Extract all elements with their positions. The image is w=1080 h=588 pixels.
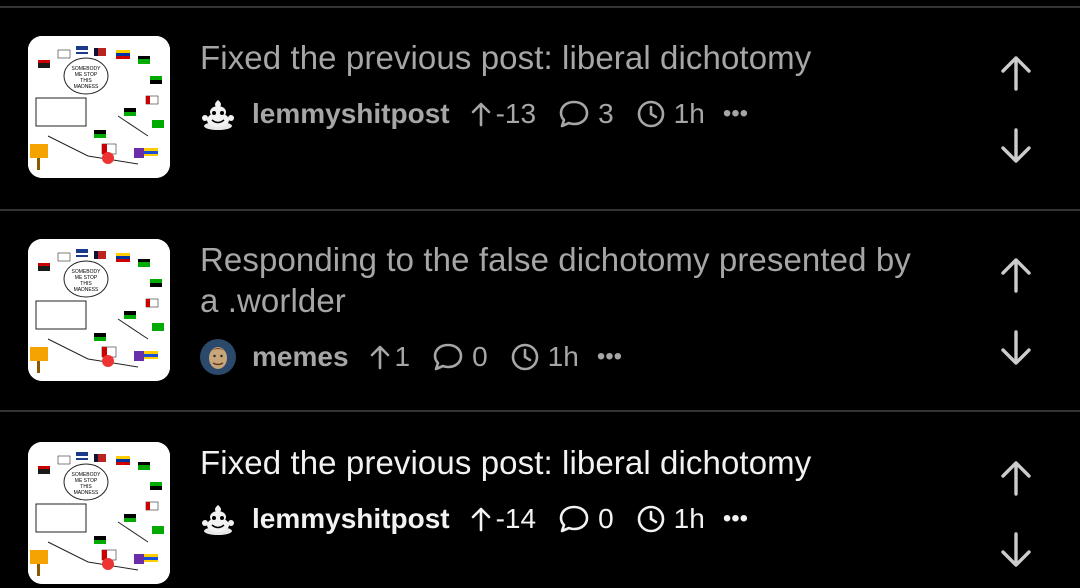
thumbnail-image: SOMEBODY ME STOP THIS MADNESS	[28, 442, 170, 584]
arrow-down-icon	[1001, 128, 1031, 163]
more-options-icon[interactable]: •••	[597, 343, 622, 371]
comment-icon	[558, 99, 590, 129]
thumbnail-caption: MADNESS	[74, 84, 99, 90]
comment-count: 0	[472, 341, 488, 372]
arrow-down-icon	[1001, 330, 1031, 365]
poop-mascot-icon[interactable]	[200, 501, 236, 537]
more-options-icon[interactable]: •••	[723, 100, 748, 128]
community-name[interactable]: memes	[252, 341, 349, 373]
thumbnail-image: SOMEBODY ME STOP THIS MADNESS	[28, 239, 170, 381]
post-thumbnail[interactable]: SOMEBODY ME STOP THIS MADNESS	[28, 239, 170, 381]
clock-icon	[636, 99, 666, 129]
arrow-up-icon	[1001, 461, 1031, 496]
upvote-small-icon	[470, 506, 492, 532]
score: 1	[394, 341, 411, 372]
comment-icon	[558, 504, 590, 534]
downvote-button[interactable]	[994, 326, 1038, 370]
upvote-button[interactable]	[994, 51, 1038, 95]
post-age: 1h	[673, 98, 705, 129]
post-meta: lemmyshitpost -14 0 1h •••	[200, 499, 748, 539]
comment-count: 0	[598, 503, 614, 534]
post-thumbnail[interactable]: SOMEBODY ME STOP THIS MADNESS	[28, 442, 170, 584]
divider	[0, 410, 1080, 412]
meme-face-icon[interactable]	[200, 339, 236, 375]
post-age: 1h	[673, 503, 705, 534]
post-title[interactable]: Fixed the previous post: liberal dichoto…	[200, 442, 930, 483]
upvote-small-icon	[369, 344, 391, 370]
score: -13	[495, 98, 537, 129]
upvote-button[interactable]	[994, 253, 1038, 297]
thumbnail-image: SOMEBODY ME STOP THIS MADNESS	[28, 36, 170, 178]
downvote-button[interactable]	[994, 528, 1038, 572]
thumbnail-caption: MADNESS	[74, 490, 99, 496]
upvote-button[interactable]	[994, 456, 1038, 500]
thumbnail-caption: MADNESS	[74, 287, 99, 293]
comment-icon	[432, 342, 464, 372]
post-feed: SOMEBODY ME STOP THIS MADNESS Fixed the …	[0, 0, 1080, 588]
post-title[interactable]: Responding to the false dichotomy presen…	[200, 239, 930, 321]
downvote-button[interactable]	[994, 124, 1038, 168]
arrow-up-icon	[1001, 258, 1031, 293]
clock-icon	[636, 504, 666, 534]
divider	[0, 209, 1080, 211]
divider	[0, 6, 1080, 8]
community-name[interactable]: lemmyshitpost	[252, 98, 450, 130]
post-age: 1h	[547, 341, 579, 372]
poop-mascot-icon[interactable]	[200, 96, 236, 132]
arrow-down-icon	[1001, 532, 1031, 567]
score: -14	[495, 503, 537, 534]
arrow-up-icon	[1001, 56, 1031, 91]
comment-count: 3	[598, 98, 614, 129]
community-name[interactable]: lemmyshitpost	[252, 503, 450, 535]
post-title[interactable]: Fixed the previous post: liberal dichoto…	[200, 37, 930, 78]
post-thumbnail[interactable]: SOMEBODY ME STOP THIS MADNESS	[28, 36, 170, 178]
post-meta: lemmyshitpost -13 3 1h •••	[200, 94, 748, 134]
upvote-small-icon	[470, 101, 492, 127]
clock-icon	[510, 342, 540, 372]
post-meta: memes 1 0 1h •••	[200, 337, 622, 377]
more-options-icon[interactable]: •••	[723, 505, 748, 533]
